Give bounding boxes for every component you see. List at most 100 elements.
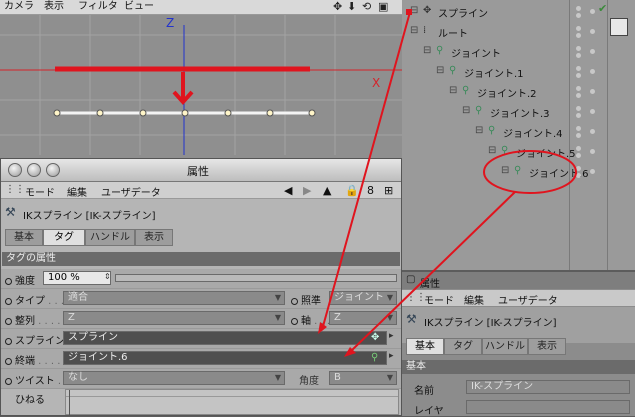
render-dot[interactable] (576, 73, 581, 78)
attribute-panel[interactable]: ▢ 属性 ⋮⋮ モード 編集 ユーザデータ ⚒ IKスプライン [IK-スプライ… (402, 272, 635, 417)
object-row[interactable]: ⊟ ⚲ ジョイント.2 (402, 82, 635, 102)
tab-tag[interactable]: タグ (43, 229, 85, 246)
render-dot[interactable] (576, 53, 581, 58)
visibility-dot[interactable] (576, 126, 581, 131)
tree-toggle-icon[interactable]: ⊟ (475, 125, 483, 136)
visibility-dot[interactable] (576, 86, 581, 91)
tree-toggle-icon[interactable]: ⊟ (488, 145, 496, 156)
ik-spline-tag-icon[interactable] (610, 18, 628, 36)
end-link-field[interactable]: ジョイント.6 (63, 351, 387, 365)
tree-toggle-icon[interactable]: ⊟ (423, 45, 431, 56)
enable-dot[interactable] (590, 149, 595, 154)
enable-dot[interactable] (590, 169, 595, 174)
menu-view[interactable]: ビュー (124, 0, 154, 13)
move-icon[interactable]: ✥ (333, 0, 342, 13)
enable-dot[interactable] (590, 129, 595, 134)
panel-tab-display[interactable]: 表示 (528, 338, 566, 355)
close-button[interactable] (8, 163, 22, 177)
attribute-dialog[interactable]: 属性 ⋮⋮ モード 編集 ユーザデータ ◀ ▶ ▲ 🔒 8 ⊞ ⚒ IKスプライ… (0, 158, 402, 416)
joint-icon: ⚲ (501, 145, 509, 156)
enable-dot[interactable] (590, 9, 595, 14)
render-dot[interactable] (576, 113, 581, 118)
tree-toggle-icon[interactable]: ⊟ (501, 165, 509, 176)
object-row[interactable]: ⊟ ⚲ ジョイント.3 (402, 102, 635, 122)
link-icon[interactable]: 8 (367, 184, 374, 197)
object-row[interactable]: ⊟ ⚲ ジョイント.1 (402, 62, 635, 82)
up-arrow-icon[interactable]: ▲ (323, 184, 331, 197)
render-dot[interactable] (576, 173, 581, 178)
dialog-titlebar[interactable]: 属性 (1, 159, 401, 182)
align-select[interactable]: Z (63, 311, 285, 325)
object-row[interactable]: ⊟ ⚲ ジョイント (402, 42, 635, 62)
tree-toggle-icon[interactable]: ⊟ (410, 25, 418, 36)
render-dot[interactable] (576, 133, 581, 138)
check-icon[interactable]: ✔ (598, 2, 607, 15)
stepper-icon[interactable]: ⇕ (104, 272, 111, 281)
strength-input[interactable]: 100 % (43, 271, 111, 285)
enable-dot[interactable] (590, 29, 595, 34)
zoom-button[interactable] (46, 163, 60, 177)
object-manager[interactable]: ⊟ ✥ スプライン ⊟ ⁞ ルート ⊟ ⚲ ジョイント ⊟ ⚲ ジョイント.1 ⊟ ⚲ ジョイント.2 ⊟ ⚲ ジ… (402, 0, 635, 270)
panel-tab-handle[interactable]: ハンドル (482, 338, 528, 355)
render-dot[interactable] (576, 33, 581, 38)
menu-filter[interactable]: フィルタ (78, 0, 118, 13)
object-row[interactable]: ⊟ ⚲ ジョイント.4 (402, 122, 635, 142)
menu-display[interactable]: 表示 (44, 0, 64, 13)
visibility-dot[interactable] (576, 46, 581, 51)
menu-userdata[interactable]: ユーザデータ (101, 184, 161, 199)
axis-select[interactable]: Z (329, 311, 397, 325)
minimize-button[interactable] (27, 163, 41, 177)
strength-slider[interactable] (115, 274, 397, 282)
visibility-dot[interactable] (576, 166, 581, 171)
twist-curve-graph[interactable] (65, 389, 399, 416)
scale-icon[interactable]: ⬇ (347, 0, 356, 13)
back-arrow-icon[interactable]: ◀ (284, 184, 292, 197)
link-menu-arrow-icon[interactable]: ▸ (389, 331, 394, 341)
render-dot[interactable] (576, 13, 581, 18)
render-dot[interactable] (576, 93, 581, 98)
panel-menu-edit[interactable]: 編集 (464, 292, 484, 307)
object-row[interactable]: ⊟ ⁞ ルート (402, 22, 635, 42)
enable-dot[interactable] (590, 69, 595, 74)
enable-dot[interactable] (590, 89, 595, 94)
object-label: ジョイント.4 (503, 129, 563, 140)
tree-toggle-icon[interactable]: ⊟ (449, 85, 457, 96)
visibility-dot[interactable] (576, 6, 581, 11)
enable-dot[interactable] (590, 109, 595, 114)
rotate-icon[interactable]: ⟲ (362, 0, 371, 13)
object-row[interactable]: ⊟ ⚲ ジョイント.6 (402, 162, 635, 182)
link-menu-arrow-icon[interactable]: ▸ (389, 351, 394, 361)
render-dot[interactable] (576, 153, 581, 158)
tab-handle[interactable]: ハンドル (85, 229, 135, 246)
lock-icon[interactable]: 🔒 (345, 184, 359, 197)
menu-camera[interactable]: カメラ (4, 0, 34, 13)
menu-mode[interactable]: モード (25, 184, 55, 199)
visibility-dot[interactable] (576, 146, 581, 151)
spline-link-field[interactable]: スプライン (63, 331, 387, 345)
panel-name-field[interactable]: IK-スプライン (466, 380, 630, 394)
maximize-icon[interactable]: ▣ (378, 0, 388, 13)
visibility-dot[interactable] (576, 66, 581, 71)
forward-arrow-icon[interactable]: ▶ (303, 184, 311, 197)
panel-tab-tag[interactable]: タグ (444, 338, 482, 355)
reference-select[interactable]: ジョイント (329, 291, 397, 305)
new-panel-icon[interactable]: ⊞ (384, 184, 393, 197)
tab-display[interactable]: 表示 (135, 229, 173, 246)
type-select[interactable]: 適合 (63, 291, 285, 305)
visibility-dot[interactable] (576, 106, 581, 111)
object-row[interactable]: ⊟ ⚲ ジョイント.5 (402, 142, 635, 162)
twist-label: ツイスト (15, 376, 55, 387)
panel-menu-mode[interactable]: モード (424, 292, 454, 307)
tab-basic[interactable]: 基本 (5, 229, 43, 246)
panel-layer-field[interactable] (466, 400, 630, 414)
twist-select[interactable]: なし (63, 371, 285, 385)
angle-select[interactable]: B (329, 371, 397, 385)
tree-toggle-icon[interactable]: ⊟ (436, 65, 444, 76)
menu-edit[interactable]: 編集 (67, 184, 87, 199)
tree-toggle-icon[interactable]: ⊟ (462, 105, 470, 116)
panel-menu-userdata[interactable]: ユーザデータ (498, 292, 558, 307)
tree-toggle-icon[interactable]: ⊟ (410, 5, 418, 16)
visibility-dot[interactable] (576, 26, 581, 31)
panel-tab-basic[interactable]: 基本 (406, 338, 444, 355)
enable-dot[interactable] (590, 49, 595, 54)
